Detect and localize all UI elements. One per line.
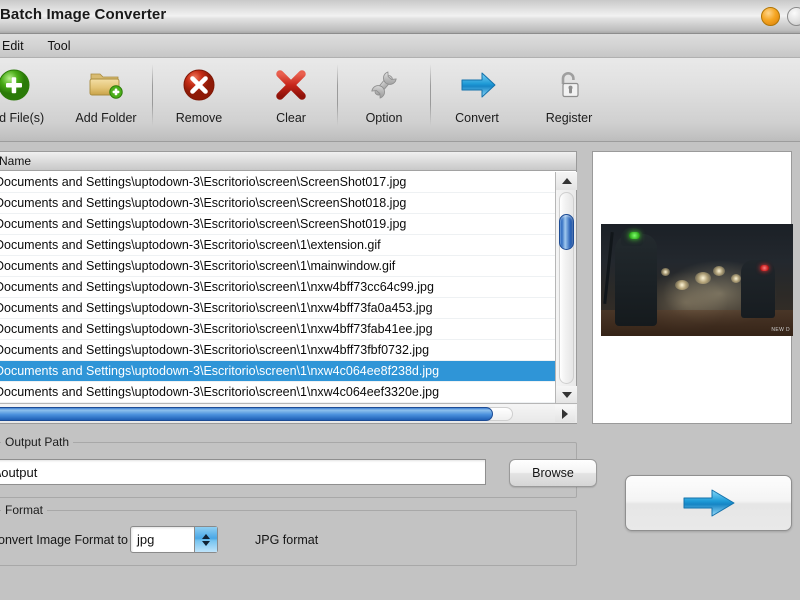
image-preview-panel: NEW D	[592, 151, 793, 424]
file-list-row[interactable]: Documents and Settings\uptodown-3\Escrit…	[0, 319, 555, 340]
minimize-button[interactable]	[761, 7, 780, 26]
batch-image-converter-window: Batch Image Converter Edit Tool Ad	[0, 0, 800, 600]
clear-icon	[271, 64, 311, 106]
add-folder-button[interactable]: Add Folder	[60, 58, 152, 136]
scroll-up-button[interactable]	[556, 172, 577, 190]
option-label: Option	[365, 111, 403, 125]
preview-image: NEW D	[601, 224, 793, 336]
vertical-scroll-thumb[interactable]	[559, 214, 574, 250]
file-list-header: Name	[0, 152, 576, 171]
file-list-row[interactable]: Documents and Settings\uptodown-3\Escrit…	[0, 340, 555, 361]
convert-arrow-icon	[683, 489, 734, 517]
maximize-button[interactable]	[787, 7, 800, 26]
menu-bar: Edit Tool	[0, 34, 800, 58]
scroll-down-button[interactable]	[556, 386, 577, 404]
file-list-row[interactable]: Documents and Settings\uptodown-3\Escrit…	[0, 382, 555, 403]
padlock-icon	[549, 64, 589, 106]
convert-button[interactable]: Convert	[431, 58, 523, 136]
clear-label: Clear	[276, 111, 306, 125]
add-file-icon	[0, 64, 34, 106]
file-list-row[interactable]: Documents and Settings\uptodown-3\Escrit…	[0, 298, 555, 319]
convert-action-button[interactable]	[625, 475, 792, 531]
add-files-label: Add File(s)	[0, 111, 45, 125]
preview-watermark: NEW D	[771, 327, 790, 333]
file-list-row[interactable]: Documents and Settings\uptodown-3\Escrit…	[0, 235, 555, 256]
main-content: Name Documents and Settings\uptodown-3\E…	[0, 142, 800, 600]
horizontal-scrollbar[interactable]	[0, 403, 577, 423]
window-controls	[761, 7, 800, 26]
column-header-name: Name	[0, 154, 32, 168]
output-path-group: Output Path :\output Browse	[0, 435, 597, 498]
remove-icon	[179, 64, 219, 106]
format-select-value: jpg	[137, 532, 155, 547]
format-label: Convert Image Format to	[0, 533, 128, 547]
title-bar: Batch Image Converter	[0, 0, 800, 34]
format-group: Format Convert Image Format to jpg JPG f…	[0, 503, 577, 566]
clear-button[interactable]: Clear	[245, 58, 337, 136]
format-group-title: Format	[1, 503, 48, 517]
file-list-row[interactable]: Documents and Settings\uptodown-3\Escrit…	[0, 256, 555, 277]
file-list-row[interactable]: Documents and Settings\uptodown-3\Escrit…	[0, 277, 555, 298]
toolbar: Add File(s) Add Folder	[0, 58, 800, 142]
add-folder-label: Add Folder	[75, 111, 137, 125]
wrench-icon	[364, 64, 404, 106]
remove-label: Remove	[175, 111, 223, 125]
output-path-input[interactable]: :\output	[0, 459, 486, 485]
format-description: JPG format	[255, 533, 319, 547]
file-list-rows[interactable]: Documents and Settings\uptodown-3\Escrit…	[0, 172, 555, 404]
file-list-row[interactable]: Documents and Settings\uptodown-3\Escrit…	[0, 361, 555, 382]
convert-label: Convert	[455, 111, 499, 125]
vertical-scrollbar[interactable]	[555, 172, 577, 404]
add-folder-icon	[85, 64, 127, 106]
format-select[interactable]: jpg	[130, 526, 218, 553]
file-list-panel: Name Documents and Settings\uptodown-3\E…	[0, 151, 577, 424]
blue-arrow-icon	[455, 64, 499, 106]
horizontal-scroll-thumb[interactable]	[0, 407, 493, 421]
file-list-row[interactable]: Documents and Settings\uptodown-3\Escrit…	[0, 172, 555, 193]
option-button[interactable]: Option	[338, 58, 430, 136]
window-title: Batch Image Converter	[0, 6, 167, 23]
add-files-button[interactable]: Add File(s)	[0, 58, 60, 136]
stepper-arrows-icon[interactable]	[194, 527, 217, 552]
menu-item-tool[interactable]: Tool	[36, 37, 83, 55]
register-button[interactable]: Register	[523, 58, 615, 136]
output-path-group-title: Output Path	[1, 435, 74, 449]
register-label: Register	[545, 111, 593, 125]
browse-button[interactable]: Browse	[509, 459, 597, 487]
file-list-row[interactable]: Documents and Settings\uptodown-3\Escrit…	[0, 214, 555, 235]
file-list-row[interactable]: Documents and Settings\uptodown-3\Escrit…	[0, 193, 555, 214]
menu-item-edit[interactable]: Edit	[0, 37, 36, 55]
scroll-right-button[interactable]	[555, 405, 575, 422]
remove-button[interactable]: Remove	[153, 58, 245, 136]
